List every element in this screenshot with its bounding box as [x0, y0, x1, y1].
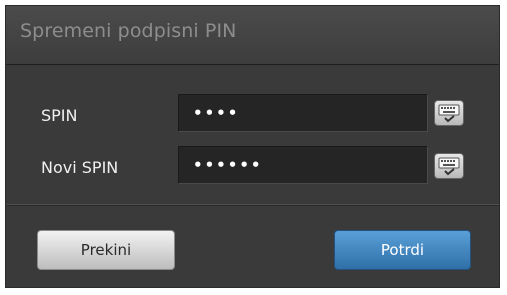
virtual-keyboard-icon[interactable]	[434, 153, 464, 179]
new-spin-field[interactable]: ••••••	[178, 146, 428, 184]
confirm-button[interactable]: Potrdi	[334, 230, 471, 270]
new-spin-label: Novi SPIN	[41, 158, 119, 177]
dialog-title: Spremeni podpisni PIN	[20, 20, 237, 42]
spin-field[interactable]: ••••	[178, 94, 428, 132]
virtual-keyboard-icon[interactable]	[434, 100, 464, 126]
change-pin-dialog: Spremeni podpisni PIN SPIN •••• Novi SPI…	[5, 5, 500, 288]
cancel-button[interactable]: Prekini	[37, 230, 175, 270]
spin-label: SPIN	[41, 106, 78, 125]
dialog-titlebar: Spremeni podpisni PIN	[6, 6, 499, 65]
